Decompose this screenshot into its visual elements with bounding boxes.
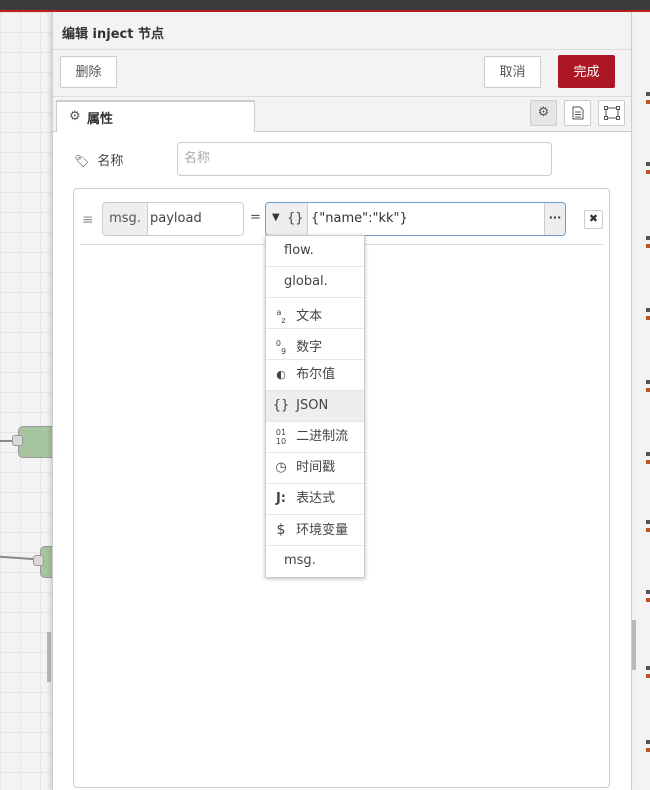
sidebar-list-marker: [646, 380, 650, 394]
resize-handle[interactable]: [632, 620, 636, 670]
menu-item-label: flow.: [284, 243, 314, 258]
document-icon: [572, 106, 583, 120]
menu-item-msg[interactable]: msg.: [266, 546, 364, 577]
sidebar-list-marker: [646, 740, 650, 754]
caret-down-icon: ▼: [272, 212, 280, 223]
bin-icon: 01 10: [275, 427, 287, 446]
menu-item-label: JSON: [296, 398, 329, 413]
menu-item-env[interactable]: $ 环境变量: [266, 515, 364, 546]
name-input[interactable]: 名称: [177, 142, 552, 176]
dollar-icon: $: [276, 522, 286, 538]
tab-properties[interactable]: ⚙ 属性: [56, 100, 255, 132]
json-icon: {}: [272, 398, 290, 413]
menu-item-global[interactable]: global.: [266, 267, 364, 298]
property-value-input[interactable]: ▼ {} {"name":"kk"} ···: [265, 202, 566, 236]
gear-icon: ⚙: [69, 109, 81, 124]
settings-tab-button[interactable]: ⚙: [530, 100, 557, 126]
name-placeholder: 名称: [184, 151, 211, 166]
sidebar-list-marker: [646, 92, 650, 106]
expand-editor-button[interactable]: ···: [544, 203, 565, 235]
appearance-tab-button[interactable]: [598, 100, 625, 126]
property-key-value: payload: [150, 211, 202, 226]
node-port[interactable]: [33, 555, 44, 566]
cancel-button[interactable]: 取消: [484, 56, 541, 88]
menu-item-label: 表达式: [296, 491, 336, 506]
wire: [0, 555, 37, 561]
workspace-canvas[interactable]: [0, 12, 62, 790]
tray-header: 编辑 inject 节点: [53, 12, 631, 50]
sidebar-list-marker: [646, 236, 650, 250]
clock-icon: ◷: [275, 460, 287, 475]
tag-icon: 🏷: [74, 154, 90, 168]
menu-item-label: 数字: [296, 339, 323, 355]
description-tab-button[interactable]: [564, 100, 591, 126]
sidebar-list-marker: [646, 162, 650, 176]
sidebar-list-marker: [646, 308, 650, 322]
tray-title: 编辑 inject 节点: [62, 27, 164, 42]
menu-item-label: msg.: [284, 553, 316, 568]
jsonata-icon: J:: [275, 491, 287, 506]
property-value: {"name":"kk"}: [311, 211, 408, 226]
tray-toolbar: 删除 取消 完成: [53, 50, 631, 97]
menu-item-label: 文本: [296, 308, 323, 324]
menu-item-jsonata[interactable]: J: 表达式: [266, 484, 364, 515]
menu-item-flow[interactable]: flow.: [266, 236, 364, 267]
resize-handle[interactable]: [47, 632, 51, 682]
menu-item-label: 布尔值: [296, 367, 336, 382]
msg-prefix[interactable]: msg.: [103, 203, 148, 235]
gear-icon: ⚙: [537, 105, 550, 120]
frame-icon: [603, 106, 620, 120]
name-label: 🏷 名称: [74, 150, 123, 169]
menu-item-label: 时间戳: [296, 460, 336, 475]
menu-item-json[interactable]: {} JSON: [266, 391, 364, 422]
sidebar-list-marker: [646, 666, 650, 680]
remove-property-button[interactable]: ✖: [584, 210, 603, 229]
type-select-button[interactable]: ▼ {}: [266, 203, 308, 235]
node-port[interactable]: [12, 435, 23, 446]
property-key-input[interactable]: msg. payload: [102, 202, 244, 236]
tabs-row: ⚙ 属性 ⚙: [53, 97, 631, 132]
menu-item-boolean[interactable]: ◐ 布尔值: [266, 360, 364, 391]
equals-sign: =: [250, 210, 261, 225]
bool-icon: ◐: [276, 368, 286, 381]
tab-label: 属性: [87, 112, 114, 127]
sidebar-list-marker: [646, 452, 650, 466]
menu-item-binary[interactable]: 01 10 二进制流: [266, 422, 364, 453]
menu-item-label: global.: [284, 274, 328, 289]
name-label-text: 名称: [97, 154, 124, 169]
type-dropdown-menu: flow. global. az 文本 09 数字 ◐ 布尔值 {} JSON …: [265, 235, 365, 578]
menu-item-label: 二进制流: [296, 429, 349, 444]
sidebar-list-marker: [646, 520, 650, 534]
menu-item-string[interactable]: az 文本: [266, 298, 364, 329]
sidebar-list-marker: [646, 590, 650, 604]
menu-item-label: 环境变量: [296, 523, 349, 538]
menu-item-timestamp[interactable]: ◷ 时间戳: [266, 453, 364, 484]
drag-handle-icon[interactable]: ≡: [82, 212, 94, 228]
menu-item-number[interactable]: 09 数字: [266, 329, 364, 360]
delete-button[interactable]: 删除: [60, 56, 117, 88]
done-button[interactable]: 完成: [558, 55, 615, 88]
json-icon: {}: [287, 211, 304, 226]
